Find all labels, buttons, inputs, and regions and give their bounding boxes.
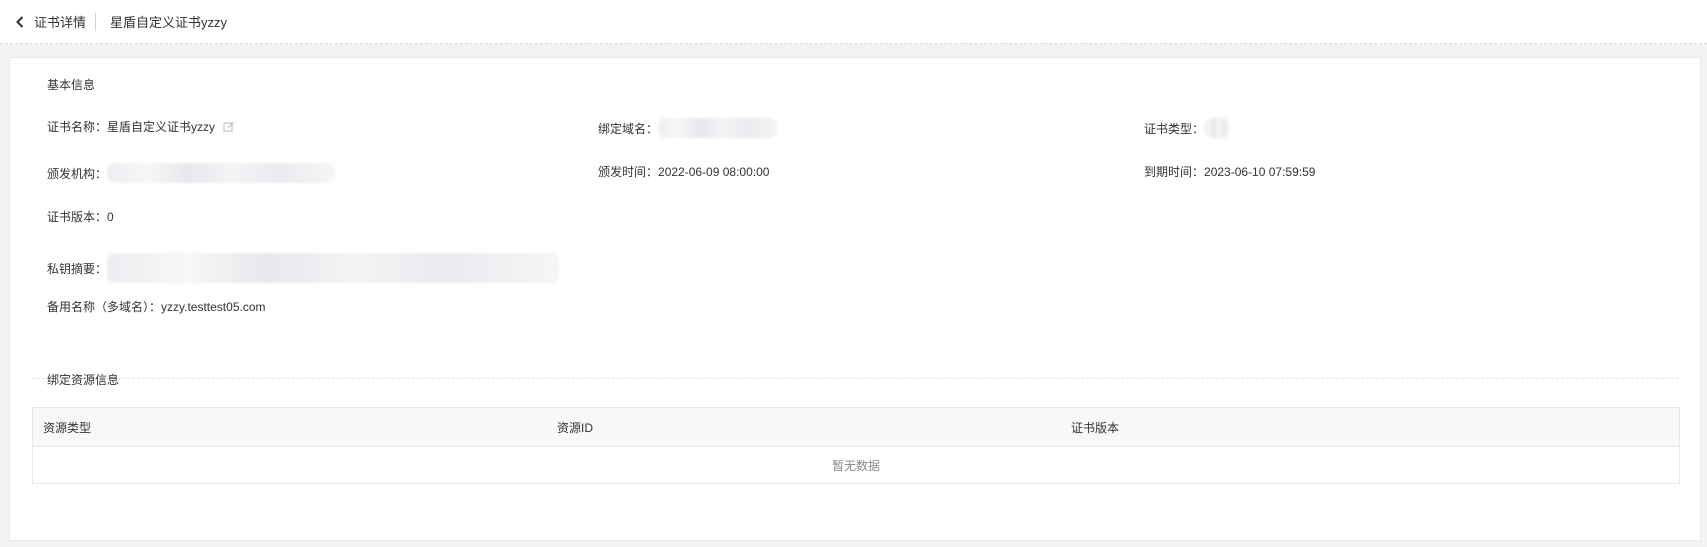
column-header-resource-id: 资源ID (557, 420, 594, 435)
back-button[interactable]: 证书详情 (12, 12, 86, 32)
cert-type-field: 证书类型： (1144, 118, 1231, 138)
alt-names-value: yzzy.testtest05.com (161, 299, 266, 314)
private-key-value-redacted (107, 253, 560, 283)
table-empty-state: 暂无数据 (831, 458, 880, 473)
cert-type-value-redacted (1204, 118, 1231, 138)
expire-time-label: 到期时间： (1144, 165, 1205, 179)
private-key-field: 私钥摘要： (47, 243, 560, 293)
basic-info-title: 基本信息 (47, 78, 96, 92)
header-divider (95, 12, 97, 31)
issue-time-field: 颁发时间： 2022-06-09 08:00:00 (598, 163, 769, 180)
cert-version-field: 证书版本： 0 (47, 208, 114, 225)
expire-time-field: 到期时间： 2023-06-10 07:59:59 (1144, 163, 1315, 180)
cert-type-label: 证书类型： (1144, 121, 1205, 136)
issuer-field: 颁发机构： (47, 163, 336, 183)
alt-names-field: 备用名称（多域名）： yzzy.testtest05.com (47, 298, 266, 315)
column-header-cert-version: 证书版本 (1071, 420, 1120, 435)
issue-time-label: 颁发时间： (598, 165, 659, 179)
section-divider (32, 378, 1679, 379)
edit-icon[interactable] (223, 121, 235, 133)
issue-time-value: 2022-06-09 08:00:00 (658, 164, 770, 179)
page-title: 星盾自定义证书yzzy (110, 15, 228, 30)
issuer-label: 颁发机构： (47, 166, 108, 181)
table-header: 资源类型 资源ID 证书版本 (33, 408, 1679, 447)
certificate-detail-card: 基本信息 证书名称： 星盾自定义证书yzzy 绑定域名： 证书类型： 颁发机构：… (9, 57, 1701, 541)
bound-resources-title: 绑定资源信息 (47, 373, 120, 387)
column-header-resource-type: 资源类型 (43, 420, 92, 435)
chevron-left-icon[interactable] (12, 14, 28, 30)
bound-domain-value-redacted (658, 118, 779, 138)
cert-name-value: 星盾自定义证书yzzy (107, 120, 216, 134)
expire-time-value: 2023-06-10 07:59:59 (1204, 164, 1316, 179)
cert-version-label: 证书版本： (47, 210, 108, 224)
bound-domain-field: 绑定域名： (598, 118, 779, 138)
top-bar: 证书详情 星盾自定义证书yzzy (0, 0, 1707, 44)
alt-names-label: 备用名称（多域名）： (47, 300, 162, 314)
cert-version-value: 0 (107, 209, 114, 224)
private-key-label: 私钥摘要： (47, 261, 108, 276)
bound-resources-table: 资源类型 资源ID 证书版本 暂无数据 (32, 407, 1680, 484)
back-label[interactable]: 证书详情 (34, 12, 86, 31)
issuer-value-redacted (107, 163, 336, 183)
bound-domain-label: 绑定域名： (598, 121, 659, 136)
cert-name-field: 证书名称： 星盾自定义证书yzzy (47, 118, 235, 135)
cert-name-label: 证书名称： (47, 120, 108, 134)
